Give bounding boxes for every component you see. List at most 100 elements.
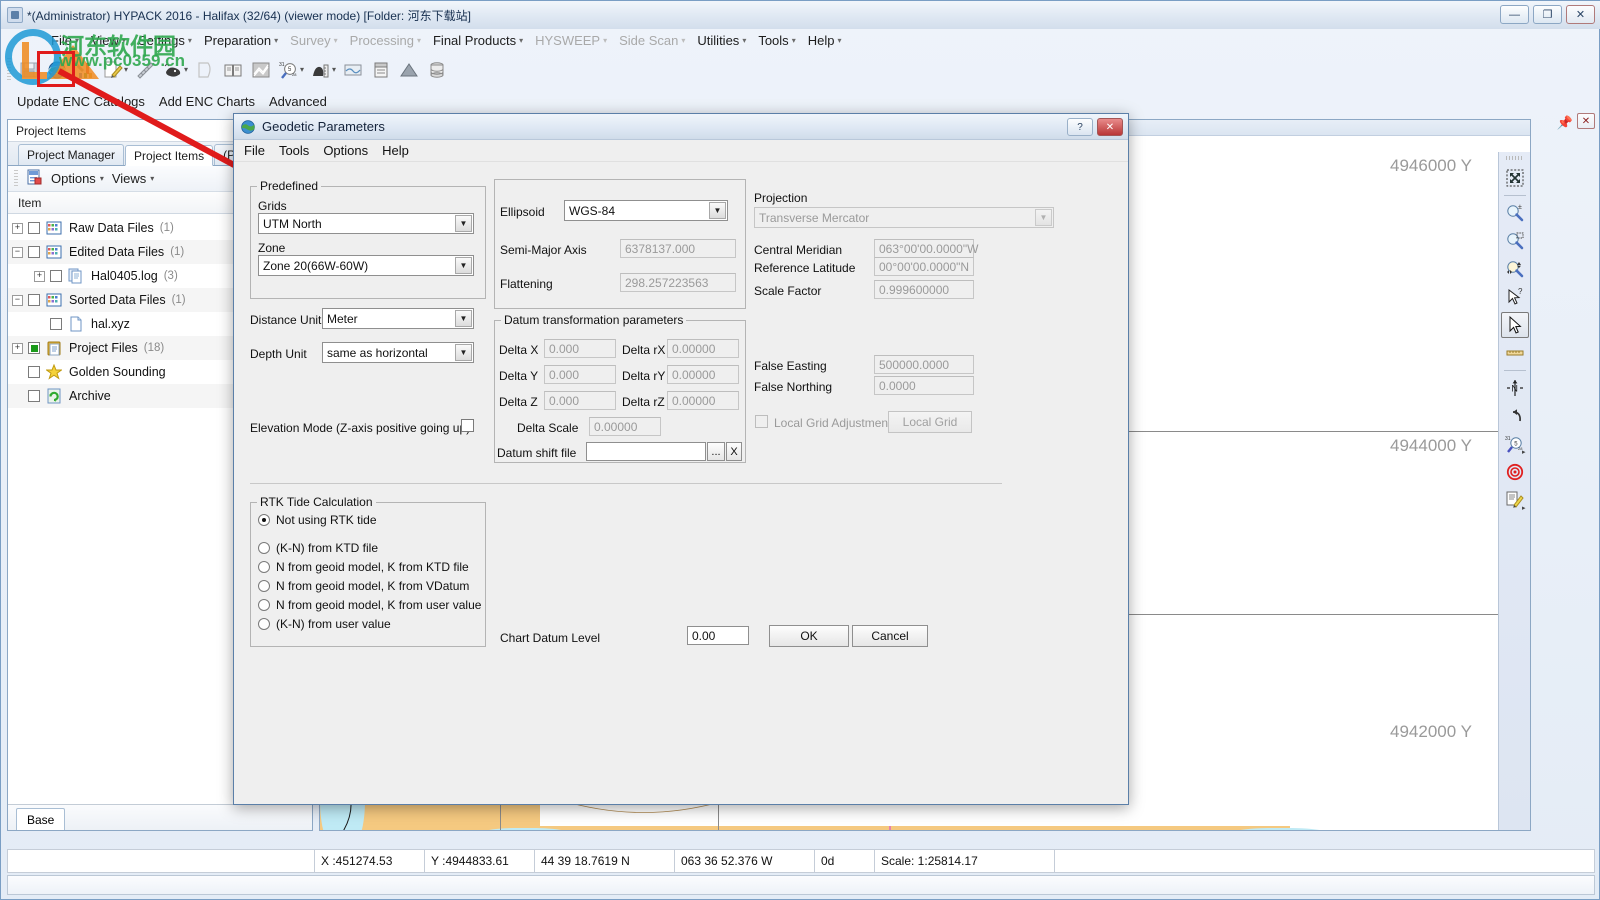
tree-item-checkbox[interactable] xyxy=(28,366,40,378)
dialog-help-button[interactable]: ? xyxy=(1067,118,1093,136)
dialog-close-button[interactable]: ✕ xyxy=(1097,118,1123,136)
tree-item-checkbox[interactable] xyxy=(28,222,40,234)
chart-datum-level-field[interactable]: 0.00 xyxy=(687,626,749,645)
expander-icon[interactable]: + xyxy=(12,343,23,354)
chevron-down-icon[interactable]: ▸ xyxy=(1522,448,1526,456)
dialog-menu-help[interactable]: Help xyxy=(382,143,409,158)
calendar-search-icon[interactable]: 31528 xyxy=(276,57,302,83)
ellipsoid-combobox[interactable]: WGS-84 ▼ xyxy=(564,200,728,221)
target-marker-icon[interactable] xyxy=(1501,459,1529,485)
rtk-option-radio[interactable] xyxy=(258,542,270,554)
tab-project-items[interactable]: Project Items xyxy=(125,145,213,166)
rtk-option-radio[interactable] xyxy=(258,599,270,611)
toolbar-grip[interactable] xyxy=(1506,156,1524,160)
status-x-coordinate: X :451274.53 xyxy=(315,849,425,873)
editor-pencil-icon[interactable] xyxy=(100,57,126,83)
chevron-down-icon[interactable]: ▼ xyxy=(455,257,472,274)
chevron-down-icon[interactable]: ▼ xyxy=(455,310,472,327)
close-icon[interactable]: ✕ xyxy=(1577,113,1595,129)
tree-item-checkbox[interactable] xyxy=(50,318,62,330)
menu-tools[interactable]: Tools ▾ xyxy=(752,32,801,49)
tab-project-manager[interactable]: Project Manager xyxy=(18,144,124,165)
datum-shift-file-field[interactable] xyxy=(586,442,706,461)
zoom-window-icon[interactable] xyxy=(1501,228,1529,254)
calendar-zoom-icon[interactable]: 31528 ▸ xyxy=(1501,431,1529,457)
book-icon[interactable] xyxy=(220,57,246,83)
chevron-down-icon[interactable]: ▼ xyxy=(455,344,472,361)
dialog-menu-file[interactable]: File xyxy=(244,143,265,158)
north-arrow-icon[interactable]: N xyxy=(1501,375,1529,401)
expander-icon[interactable]: + xyxy=(34,271,45,282)
datum-shift-clear-button[interactable]: X xyxy=(726,442,742,461)
chevron-down-icon[interactable]: ▼ xyxy=(709,202,726,219)
toolbar-grip[interactable] xyxy=(7,58,11,82)
depth-unit-combobox[interactable]: same as horizontal ▼ xyxy=(322,342,474,363)
menu-file[interactable]: File ▾ xyxy=(45,32,85,49)
chevron-down-icon[interactable]: ▸ xyxy=(1522,504,1526,512)
elevation-mode-checkbox[interactable] xyxy=(461,419,474,432)
pin-icon[interactable]: 📌 xyxy=(1557,115,1573,131)
options-grip[interactable] xyxy=(14,170,18,188)
tree-item-checkbox[interactable] xyxy=(28,246,40,258)
distance-unit-combobox[interactable]: Meter ▼ xyxy=(322,308,474,329)
menu-final-products[interactable]: Final Products ▾ xyxy=(427,32,529,49)
rtk-option-radio[interactable] xyxy=(258,561,270,573)
grids-combobox[interactable]: UTM North ▼ xyxy=(258,213,474,234)
database-icon[interactable] xyxy=(424,57,450,83)
close-button[interactable]: ✕ xyxy=(1566,5,1595,24)
chevron-down-icon: ▾ xyxy=(792,36,796,45)
tin-model-icon[interactable] xyxy=(396,57,422,83)
update-enc-catalogs-button[interactable]: Update ENC Catalogs xyxy=(17,94,145,109)
menu-help[interactable]: Help ▾ xyxy=(802,32,848,49)
project-files-icon xyxy=(46,340,62,356)
expander-icon[interactable]: + xyxy=(12,223,23,234)
menu-utilities[interactable]: Utilities ▾ xyxy=(691,32,752,49)
maximize-button[interactable]: ❐ xyxy=(1533,5,1562,24)
tree-item-count: (1) xyxy=(160,222,174,234)
expander-icon[interactable]: − xyxy=(12,295,23,306)
menu-preparation[interactable]: Preparation ▾ xyxy=(198,32,284,49)
advanced-button[interactable]: Advanced xyxy=(269,94,327,109)
ruler-measure-icon[interactable] xyxy=(1501,340,1529,366)
expander-icon[interactable]: − xyxy=(12,247,23,258)
zoom-pan-icon[interactable] xyxy=(1501,256,1529,282)
rtk-option-radio[interactable] xyxy=(258,514,270,526)
menu-view[interactable]: View ▾ xyxy=(85,32,132,49)
ok-button[interactable]: OK xyxy=(769,625,849,647)
tree-item-checkbox[interactable] xyxy=(28,342,40,354)
datum-shift-browse-button[interactable]: ... xyxy=(707,442,725,461)
cross-section-icon[interactable] xyxy=(340,57,366,83)
tab-base[interactable]: Base xyxy=(16,808,65,830)
tree-item-checkbox[interactable] xyxy=(28,390,40,402)
tree-item-checkbox[interactable] xyxy=(28,294,40,306)
select-arrow-icon[interactable] xyxy=(1501,312,1529,338)
undo-icon[interactable] xyxy=(1501,403,1529,429)
whale-sounding-icon[interactable] xyxy=(160,57,186,83)
hardware-tools-icon[interactable] xyxy=(72,57,98,83)
views-menu[interactable]: Views ▾ xyxy=(112,171,154,186)
matrix-icon[interactable] xyxy=(248,57,274,83)
tide-ruler-icon[interactable] xyxy=(308,57,334,83)
minimize-button[interactable]: — xyxy=(1500,5,1529,24)
menu-settings[interactable]: Settings ▾ xyxy=(132,32,198,49)
elevation-mode-label: Elevation Mode (Z-axis positive going up… xyxy=(250,421,470,435)
reference-latitude-field: 00°00'00.0000"N xyxy=(874,257,974,276)
zoom-extents-icon[interactable] xyxy=(1501,165,1529,191)
tree-item-checkbox[interactable] xyxy=(50,270,62,282)
survey-line-icon[interactable] xyxy=(132,57,158,83)
chevron-down-icon[interactable]: ▼ xyxy=(455,215,472,232)
zoom-in-out-icon[interactable]: ± xyxy=(1501,200,1529,226)
dialog-menu-tools[interactable]: Tools xyxy=(279,143,309,158)
options-menu[interactable]: Options ▾ xyxy=(51,171,104,186)
rtk-option-radio[interactable] xyxy=(258,580,270,592)
query-cursor-icon[interactable]: ? xyxy=(1501,284,1529,310)
add-enc-charts-button[interactable]: Add ENC Charts xyxy=(159,94,255,109)
rtk-option-radio[interactable] xyxy=(258,618,270,630)
log-file-icon xyxy=(68,268,84,284)
zone-combobox[interactable]: Zone 20(66W-60W) ▼ xyxy=(258,255,474,276)
dialog-menu-options[interactable]: Options xyxy=(323,143,368,158)
note-edit-icon[interactable]: ▸ xyxy=(1501,487,1529,513)
cancel-button[interactable]: Cancel xyxy=(852,625,928,647)
rtk-option-label: (K-N) from user value xyxy=(276,617,391,631)
volume-report-icon[interactable] xyxy=(368,57,394,83)
